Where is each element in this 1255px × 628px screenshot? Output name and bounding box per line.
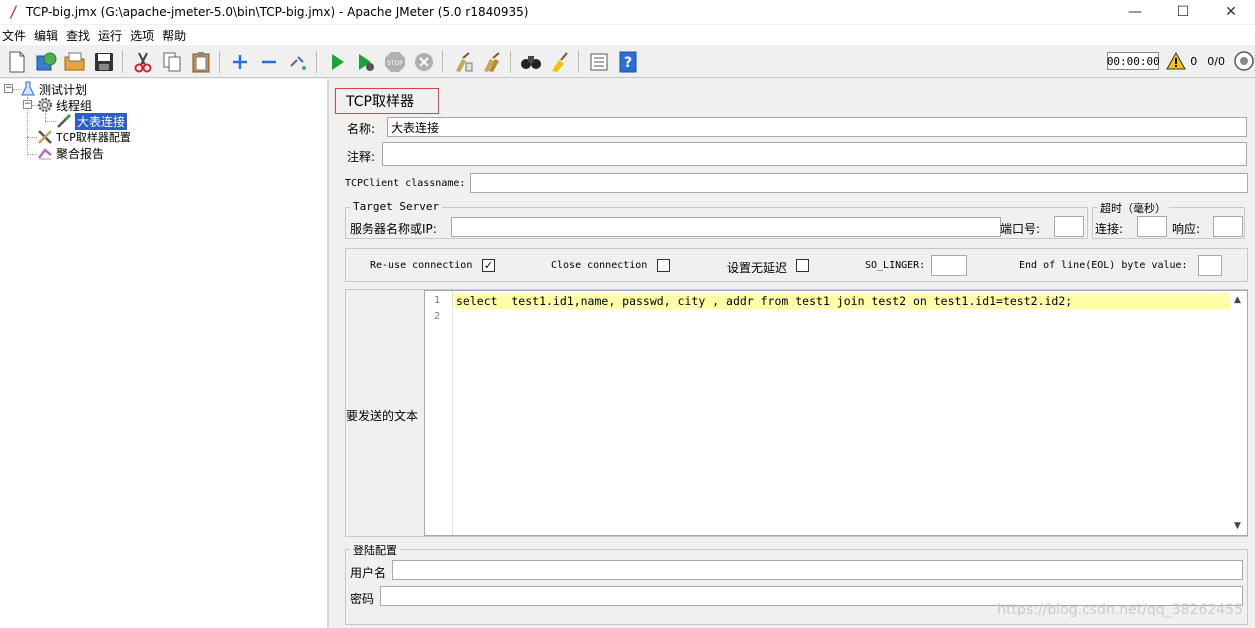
tree-node-sampler[interactable]: 大表连接 xyxy=(56,112,128,130)
comment-input[interactable] xyxy=(382,142,1247,166)
tree-node-config[interactable]: TCP取样器配置 xyxy=(37,129,131,145)
close-connection-label: Close connection xyxy=(551,260,648,271)
reuse-connection-checkbox[interactable]: ✓ xyxy=(482,259,495,272)
port-label: 端口号: xyxy=(1000,222,1041,236)
save-icon[interactable] xyxy=(92,50,116,74)
copy-icon[interactable] xyxy=(160,50,184,74)
server-input[interactable] xyxy=(451,217,1001,237)
cut-icon[interactable] xyxy=(131,50,155,74)
username-label: 用户名 xyxy=(350,566,387,580)
no-delay-label: 设置无延迟 xyxy=(727,261,788,275)
svg-text:STOP: STOP xyxy=(387,60,403,67)
port-input[interactable] xyxy=(1054,216,1084,237)
password-label: 密码 xyxy=(350,592,375,606)
jmeter-feather-icon xyxy=(4,3,22,21)
open-icon[interactable] xyxy=(63,50,87,74)
elapsed-timer: 00:00:00 xyxy=(1107,52,1160,70)
new-icon[interactable] xyxy=(5,50,29,74)
toolbar-separator xyxy=(316,50,317,73)
menu-run[interactable]: 运行 xyxy=(96,27,126,44)
name-label: 名称: xyxy=(347,122,376,136)
scroll-down-icon[interactable]: ▼ xyxy=(1234,521,1241,531)
tree-collapse-toggle[interactable]: − xyxy=(4,84,13,93)
panel-title: TCP取样器 xyxy=(335,88,439,114)
server-label: 服务器名称或IP: xyxy=(350,222,437,236)
menu-file[interactable]: 文件 xyxy=(0,27,30,44)
menu-edit[interactable]: 编辑 xyxy=(32,27,62,44)
start-icon[interactable] xyxy=(325,50,349,74)
minimize-button[interactable]: — xyxy=(1111,0,1159,24)
test-plan-tree: − 测试计划 − 线程组 大表连接 TCP取样器配置 聚合报告 xyxy=(0,79,329,628)
start-no-pauses-icon[interactable] xyxy=(354,50,378,74)
remote-status-icon xyxy=(1233,50,1255,72)
toolbar-separator xyxy=(219,50,220,73)
toolbar-separator xyxy=(578,50,579,73)
maximize-button[interactable]: ☐ xyxy=(1159,0,1207,24)
toolbar-separator xyxy=(122,50,123,73)
help-icon[interactable]: ? xyxy=(616,50,640,74)
tree-collapse-toggle[interactable]: − xyxy=(23,100,32,109)
active-threads: 0/0 xyxy=(1207,54,1225,68)
tree-node-thread-group[interactable]: 线程组 xyxy=(37,97,92,113)
so-linger-label: SO_LINGER: xyxy=(865,260,926,271)
connect-timeout-input[interactable] xyxy=(1137,216,1167,237)
collapse-icon[interactable] xyxy=(257,50,281,74)
window-title: TCP-big.jmx (G:\apache-jmeter-5.0\bin\TC… xyxy=(26,5,529,19)
search-binoculars-icon[interactable] xyxy=(519,50,543,74)
response-timeout-label: 响应: xyxy=(1172,222,1201,236)
classname-input[interactable] xyxy=(470,173,1248,193)
tree-node-test-plan[interactable]: 测试计划 xyxy=(20,81,87,97)
watermark: https://blog.csdn.net/qq_38262455 xyxy=(997,602,1243,618)
paste-icon[interactable] xyxy=(189,50,213,74)
no-delay-checkbox[interactable] xyxy=(796,259,809,272)
function-helper-icon[interactable] xyxy=(587,50,611,74)
title-bar: TCP-big.jmx (G:\apache-jmeter-5.0\bin\TC… xyxy=(0,0,1255,24)
menu-search[interactable]: 查找 xyxy=(64,27,94,44)
warning-count: 0 xyxy=(1190,54,1198,68)
tree-node-report[interactable]: 聚合报告 xyxy=(37,145,104,161)
reset-search-icon[interactable] xyxy=(548,50,572,74)
toggle-icon[interactable] xyxy=(286,50,310,74)
close-button[interactable]: ✕ xyxy=(1207,0,1255,24)
stop-icon[interactable]: STOP xyxy=(383,50,407,74)
toolbar: STOP ? 00:00:00 0 0/0 xyxy=(0,46,1255,78)
close-connection-checkbox[interactable] xyxy=(657,259,670,272)
scroll-up-icon[interactable]: ▲ xyxy=(1234,295,1241,305)
warning-icon[interactable] xyxy=(1165,51,1187,71)
text-to-send-label: 要发送的文本 xyxy=(346,409,419,423)
menu-bar: 文件 编辑 查找 运行 选项 帮助 xyxy=(0,25,1255,45)
response-timeout-input[interactable] xyxy=(1213,216,1243,237)
test-plan-icon xyxy=(20,81,36,97)
eol-byte-label: End of line(EOL) byte value: xyxy=(1019,260,1188,271)
classname-label: TCPClient classname: xyxy=(345,178,466,189)
gear-icon xyxy=(37,97,53,113)
pipette-icon xyxy=(56,113,72,129)
tools-icon xyxy=(37,129,53,145)
svg-text:?: ? xyxy=(624,55,632,71)
clear-all-icon[interactable] xyxy=(480,50,504,74)
name-input[interactable]: 大表连接 xyxy=(387,117,1247,137)
sampler-label-selected: 大表连接 xyxy=(75,112,128,130)
toolbar-separator xyxy=(510,50,511,73)
eol-byte-input[interactable] xyxy=(1198,255,1222,276)
sampler-editor-panel: TCP取样器 名称: 大表连接 注释: TCPClient classname:… xyxy=(333,79,1255,628)
editor-current-line[interactable]: select test1.id1,name, passwd, city , ad… xyxy=(454,293,1230,309)
menu-options[interactable]: 选项 xyxy=(128,27,158,44)
comment-label: 注释: xyxy=(347,150,376,164)
report-icon xyxy=(37,145,53,161)
editor-vertical-scrollbar[interactable]: ▲ ▼ xyxy=(1230,291,1247,535)
menu-help[interactable]: 帮助 xyxy=(160,27,190,44)
shutdown-icon[interactable] xyxy=(412,50,436,74)
templates-icon[interactable] xyxy=(34,50,58,74)
connect-timeout-label: 连接: xyxy=(1095,222,1124,236)
reuse-connection-label: Re-use connection xyxy=(370,260,473,271)
text-to-send-editor[interactable]: 1 2 select test1.id1,name, passwd, city … xyxy=(424,290,1248,536)
line-number-gutter: 1 2 xyxy=(425,291,453,535)
clear-icon[interactable] xyxy=(451,50,475,74)
expand-icon[interactable] xyxy=(228,50,252,74)
toolbar-separator xyxy=(442,50,443,73)
so-linger-input[interactable] xyxy=(931,255,967,276)
username-input[interactable] xyxy=(392,560,1243,580)
